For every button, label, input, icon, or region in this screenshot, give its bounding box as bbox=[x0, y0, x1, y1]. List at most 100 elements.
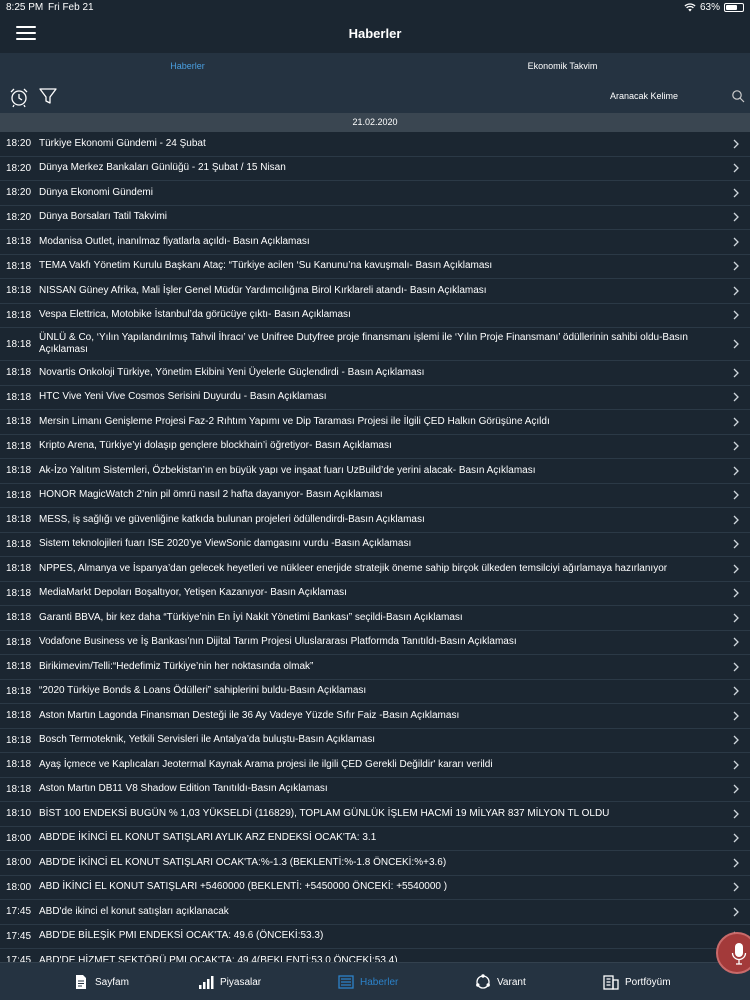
news-row[interactable]: 18:18 Mersin Limanı Genişleme Projesi Faz… bbox=[0, 410, 750, 435]
news-title: Novartis Onkoloji Türkiye, Yönetim Ekibi… bbox=[39, 366, 425, 378]
tab-haberler-bottom[interactable]: Haberler bbox=[338, 963, 398, 1000]
news-row[interactable]: 18:20 Türkiye Ekonomi Gündemi - 24 Şubat bbox=[0, 132, 750, 157]
tab-ekonomik-takvim[interactable]: Ekonomik Takvim bbox=[375, 53, 750, 80]
chevron-right-icon bbox=[733, 760, 739, 770]
news-row[interactable]: 18:18 Bosch Termoteknik, Yetkili Servisle… bbox=[0, 729, 750, 753]
news-row[interactable]: 18:18 Sistem teknolojileri fuarı ISE 2020… bbox=[0, 533, 750, 557]
search-input[interactable]: Aranacak Kelime bbox=[610, 87, 730, 105]
news-row[interactable]: 18:18 Novartis Onkoloji Türkiye, Yönetim … bbox=[0, 361, 750, 386]
news-time: 18:18 bbox=[6, 440, 32, 452]
tab-varant[interactable]: Varant bbox=[475, 963, 526, 1000]
battery-percent: 63% bbox=[699, 2, 720, 13]
news-time: 18:18 bbox=[6, 661, 32, 673]
news-time: 18:18 bbox=[6, 563, 32, 575]
chevron-right-icon bbox=[733, 711, 739, 721]
chevron-right-icon bbox=[733, 882, 739, 892]
news-title: Vodafone Business ve İş Bankası’nın Diji… bbox=[39, 636, 517, 648]
news-title: ABD'DE HİZMET SEKTÖRÜ PMI OCAK'TA: 49.4(… bbox=[39, 954, 398, 962]
chevron-right-icon bbox=[733, 637, 739, 647]
news-title: ABD İKİNCİ EL KONUT SATIŞLARI +5460000 (… bbox=[39, 881, 448, 893]
news-row[interactable]: 18:20 Dünya Merkez Bankaları Günlüğü - 21… bbox=[0, 157, 750, 181]
news-row[interactable]: 18:18 ÜNLÜ & Co, ‘Yılın Yapılandırılmış T… bbox=[0, 328, 750, 361]
tab-haberler[interactable]: Haberler bbox=[0, 53, 375, 80]
news-row[interactable]: 18:20 Dünya Ekonomi Gündemi bbox=[0, 181, 750, 206]
search-icon[interactable] bbox=[731, 89, 745, 103]
news-title: HTC Vive Yeni Vive Cosmos Serisini Duyur… bbox=[39, 391, 327, 403]
news-row[interactable]: 18:18 TEMA Vakfı Yönetim Kurulu Başkanı A… bbox=[0, 255, 750, 279]
news-time: 18:18 bbox=[6, 710, 32, 722]
news-title: ABD'DE İKİNCİ EL KONUT SATIŞLARI AYLIK A… bbox=[39, 832, 377, 844]
news-row[interactable]: 18:10 BİST 100 ENDEKSİ BUGÜN % 1,03 YÜKSE… bbox=[0, 802, 750, 827]
news-row[interactable]: 18:00 ABD'DE İKİNCİ EL KONUT SATIŞLARI OC… bbox=[0, 851, 750, 876]
tab-portfoyum[interactable]: Portföyüm bbox=[603, 963, 671, 1000]
news-row[interactable]: 17:45 ABD'de ikinci el konut satışları aç… bbox=[0, 900, 750, 925]
news-row[interactable]: 18:18 Aston Martın Lagonda Finansman Dest… bbox=[0, 704, 750, 729]
chevron-right-icon bbox=[733, 139, 739, 149]
news-time: 18:18 bbox=[6, 538, 32, 550]
news-row[interactable]: 18:18 Garanti BBVA, bir kez daha “Türkiye… bbox=[0, 606, 750, 631]
news-row[interactable]: 17:45 ABD'DE BİLEŞİK PMI ENDEKSİ OCAK'TA:… bbox=[0, 925, 750, 949]
news-row[interactable]: 18:18 NISSAN Güney Afrika, Mali İşler Gen… bbox=[0, 279, 750, 304]
news-title: MESS, iş sağlığı ve güvenliğine katkıda … bbox=[39, 513, 425, 525]
news-time: 18:18 bbox=[6, 391, 32, 403]
news-time: 18:18 bbox=[6, 416, 32, 428]
news-row[interactable]: 18:20 Dünya Borsaları Tatil Takvimi bbox=[0, 206, 750, 230]
filter-icon[interactable] bbox=[38, 86, 58, 106]
tab-sayfam[interactable]: Sayfam bbox=[73, 963, 129, 1000]
status-date: Fri Feb 21 bbox=[48, 2, 94, 13]
news-title: Bosch Termoteknik, Yetkili Servisleri il… bbox=[39, 734, 376, 746]
news-row[interactable]: 18:18 Vespa Elettrica, Motobike İstanbul’… bbox=[0, 304, 750, 328]
news-title: MediaMarkt Depoları Boşaltıyor, Yetişen … bbox=[39, 587, 347, 599]
news-title: NPPES, Almanya ve İspanya’dan gelecek he… bbox=[39, 562, 668, 574]
news-icon bbox=[338, 975, 354, 989]
chevron-right-icon bbox=[733, 784, 739, 794]
segment-control: Haberler Ekonomik Takvim bbox=[0, 53, 750, 80]
chevron-right-icon bbox=[733, 809, 739, 819]
chart-icon bbox=[199, 976, 214, 989]
news-row[interactable]: 18:18 Birikimevim/Telli:“Hedefimiz Türkiy… bbox=[0, 655, 750, 680]
news-row[interactable]: 18:18 Kripto Arena, Türkiye’yi dolaşıp ge… bbox=[0, 435, 750, 459]
news-time: 18:18 bbox=[6, 685, 32, 697]
news-time: 18:20 bbox=[6, 162, 32, 174]
alarm-clock-icon[interactable] bbox=[8, 86, 30, 108]
news-title: Garanti BBVA, bir kez daha “Türkiye’nin … bbox=[39, 611, 463, 623]
chevron-right-icon bbox=[733, 564, 739, 574]
chevron-right-icon bbox=[733, 339, 739, 349]
news-row[interactable]: 18:00 ABD İKİNCİ EL KONUT SATIŞLARI +5460… bbox=[0, 876, 750, 900]
battery-icon bbox=[724, 3, 744, 12]
document-icon bbox=[76, 975, 86, 989]
chevron-right-icon bbox=[733, 539, 739, 549]
news-title: Aston Martın DB11 V8 Shadow Edition Tanı… bbox=[39, 783, 328, 795]
bottom-tab-bar: Sayfam Piyasalar Haberler Varant Portföy… bbox=[0, 962, 750, 1000]
news-title: Birikimevim/Telli:“Hedefimiz Türkiye’nin… bbox=[39, 660, 314, 672]
news-row[interactable]: 18:18 “2020 Türkiye Bonds & Loans Ödüller… bbox=[0, 680, 750, 704]
news-time: 18:00 bbox=[6, 832, 32, 844]
news-title: Ak-İzo Yalıtım Sistemleri, Özbekistan’ın… bbox=[39, 464, 536, 476]
news-row[interactable]: 18:18 Modanisa Outlet, inanılmaz fiyatlar… bbox=[0, 230, 750, 255]
news-title: Vespa Elettrica, Motobike İstanbul’da gö… bbox=[39, 309, 351, 321]
news-time: 18:18 bbox=[6, 367, 32, 379]
news-title: Türkiye Ekonomi Gündemi - 24 Şubat bbox=[39, 137, 206, 149]
status-time: 8:25 PM bbox=[6, 2, 44, 13]
news-row[interactable]: 18:18 HTC Vive Yeni Vive Cosmos Serisini … bbox=[0, 386, 750, 410]
news-row[interactable]: 18:18 NPPES, Almanya ve İspanya’dan gelec… bbox=[0, 557, 750, 582]
news-row[interactable]: 18:18 Aston Martın DB11 V8 Shadow Edition… bbox=[0, 778, 750, 802]
tab-piyasalar[interactable]: Piyasalar bbox=[198, 963, 261, 1000]
news-row[interactable]: 18:18 MediaMarkt Depoları Boşaltıyor, Yet… bbox=[0, 582, 750, 606]
news-row[interactable]: 18:18 Ayaş İçmece ve Kaplıcaları Jeoterma… bbox=[0, 753, 750, 778]
news-row[interactable]: 17:45 ABD'DE HİZMET SEKTÖRÜ PMI OCAK'TA: … bbox=[0, 949, 750, 962]
news-time: 18:00 bbox=[6, 881, 32, 893]
tab-label-haberler: Haberler bbox=[360, 976, 399, 988]
news-row[interactable]: 18:18 HONOR MagicWatch 2’nin pil ömrü nas… bbox=[0, 484, 750, 508]
news-time: 18:18 bbox=[6, 514, 32, 526]
news-row[interactable]: 18:18 Vodafone Business ve İş Bankası’nın… bbox=[0, 631, 750, 655]
news-time: 18:18 bbox=[6, 236, 32, 248]
microphone-button[interactable] bbox=[716, 932, 750, 974]
news-title: Dünya Ekonomi Gündemi bbox=[39, 186, 153, 198]
chevron-right-icon bbox=[733, 188, 739, 198]
news-row[interactable]: 18:18 MESS, iş sağlığı ve güvenliğine kat… bbox=[0, 508, 750, 533]
news-row[interactable]: 18:00 ABD'DE İKİNCİ EL KONUT SATIŞLARI AY… bbox=[0, 827, 750, 851]
news-time: 17:45 bbox=[6, 930, 32, 942]
news-title: ÜNLÜ & Co, ‘Yılın Yapılandırılmış Tahvil… bbox=[39, 332, 688, 355]
news-row[interactable]: 18:18 Ak-İzo Yalıtım Sistemleri, Özbekist… bbox=[0, 459, 750, 484]
